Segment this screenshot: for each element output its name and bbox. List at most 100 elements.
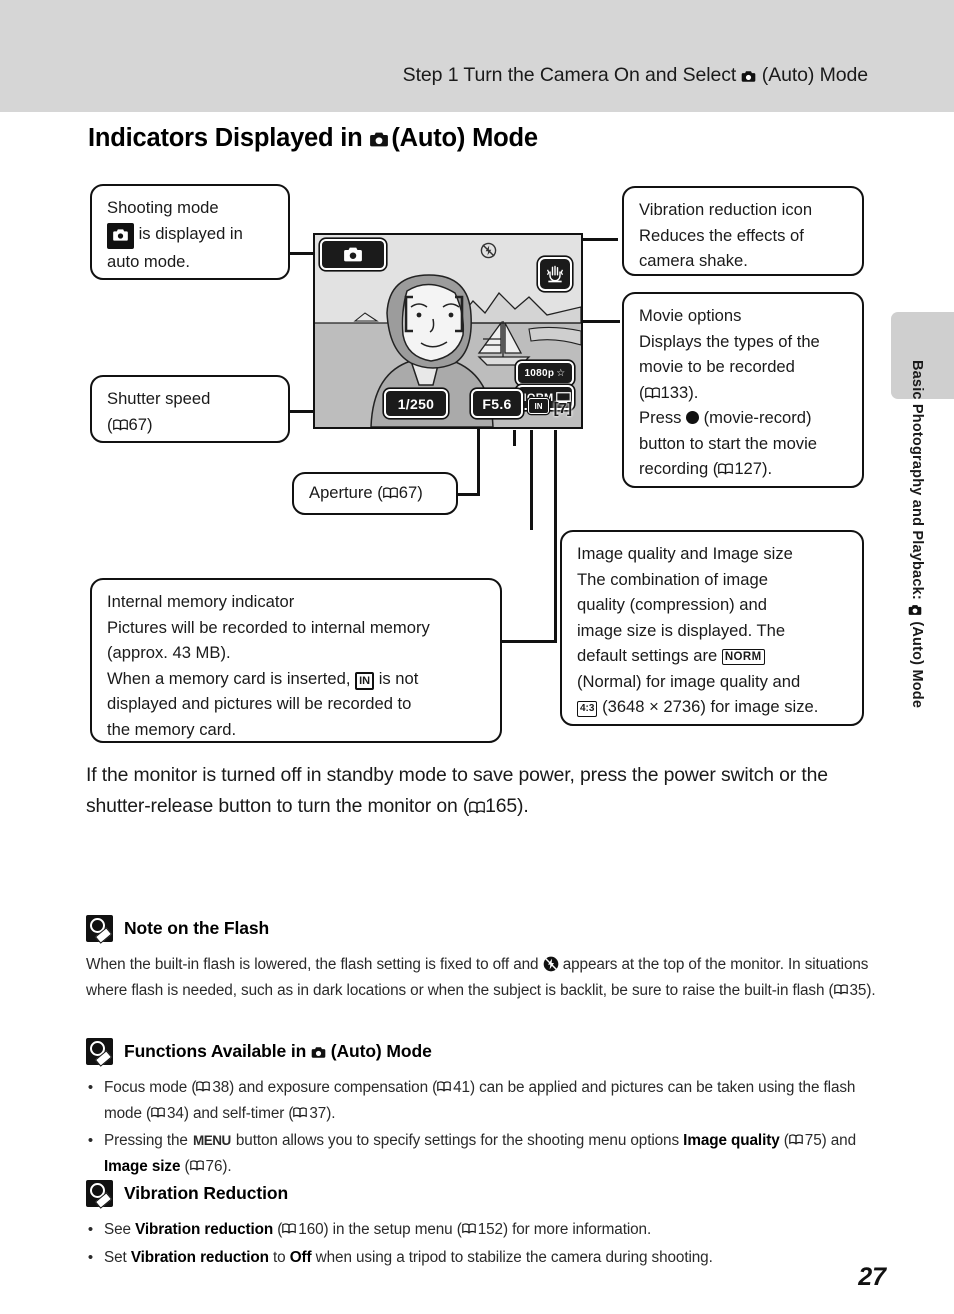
flash-off-icon: [480, 242, 497, 259]
book-ref-icon: [833, 983, 849, 996]
note-flash-heading: Note on the Flash: [86, 915, 876, 942]
list-item: • Set Vibration reduction to Off when usi…: [86, 1245, 876, 1271]
page-number: 27: [858, 1263, 886, 1291]
callout-movie-options: Movie options Displays the types of the …: [622, 292, 864, 488]
osd-movie-options-label: 1080p: [524, 367, 555, 379]
functions-title-lead: Functions Available in: [124, 1041, 311, 1061]
callout-shutter-speed-ref-num: 67: [128, 414, 147, 434]
pencil-note-icon: [86, 1038, 113, 1065]
camera-auto-icon: [741, 66, 756, 82]
leader-aperture-v: [477, 428, 480, 496]
callout-shooting-mode-line2: is displayed in: [107, 221, 275, 249]
callout-movie-ref-127: 127: [734, 459, 763, 478]
book-ref-icon: [282, 1223, 297, 1235]
book-ref-icon: [644, 386, 660, 399]
emphasis-text: Image quality: [683, 1132, 780, 1149]
standby-paragraph-pre: If the monitor is turned off in standby …: [86, 764, 828, 817]
callout-shutter-speed-ref: (67): [107, 414, 153, 434]
list-item-text: Pressing the MENU button allows you to s…: [104, 1132, 856, 1175]
running-header-text-tail: (Auto) Mode: [756, 64, 868, 86]
callout-shutter-speed-line1: Shutter speed: [107, 389, 211, 408]
movie-record-button-icon: [686, 411, 700, 424]
note-flash-body: When the built-in flash is lowered, the …: [86, 952, 876, 1003]
list-item: • See Vibration reduction (160) in the se…: [86, 1217, 876, 1243]
callout-vr-line2: Reduces the effects of: [639, 225, 804, 245]
callout-movie-line7-post: ).: [762, 459, 773, 478]
image-quality-normal-icon: NORM: [721, 649, 765, 665]
callout-internal-memory-line4-post: is not: [374, 668, 419, 688]
callout-iq-line5: default settings are NORM: [577, 643, 849, 669]
callout-aperture-text: Aperture (67): [309, 480, 443, 506]
leader-quality-v: [530, 430, 533, 530]
callout-iq-line4: image size is displayed. The: [577, 620, 786, 640]
camera-auto-icon: [908, 604, 923, 617]
list-item-text: Set Vibration reduction to Off when usin…: [104, 1248, 713, 1266]
vibration-reduction-icon: [546, 265, 564, 283]
vibration-title: Vibration Reduction: [124, 1183, 289, 1203]
chapter-label-tail: (Auto) Mode: [909, 617, 925, 709]
menu-button-icon: MENU: [192, 1133, 231, 1148]
book-ref-icon: [469, 801, 485, 814]
callout-iq-line1: Image quality and Image size: [577, 544, 793, 563]
functions-heading: Functions Available in (Auto) Mode: [86, 1038, 876, 1065]
book-ref-icon: [461, 1223, 477, 1235]
callout-internal-memory-line4-pre: When a memory card is inserted,: [107, 668, 356, 688]
leader-in-stub: [513, 430, 516, 446]
callout-internal-memory-line1: Internal memory indicator: [107, 592, 295, 611]
flash-off-icon: [543, 955, 559, 972]
standby-paragraph: If the monitor is turned off in standby …: [86, 760, 872, 822]
star-icon: ☆: [556, 367, 566, 379]
callout-movie-line1: Movie options: [639, 306, 742, 325]
leader-movie-h: [580, 320, 620, 323]
section-vibration-reduction: Vibration Reduction • See Vibration reduc…: [86, 1180, 876, 1272]
bullet-icon: •: [87, 1132, 94, 1149]
note-flash-ref: 35: [849, 981, 867, 999]
list-item: • Focus mode (38) and exposure compensati…: [86, 1075, 876, 1126]
note-flash-post: ).: [866, 981, 876, 999]
section-note-on-the-flash: Note on the Flash When the built-in flas…: [86, 915, 876, 1003]
book-ref-icon: [196, 1081, 211, 1093]
standby-paragraph-ref: 165: [485, 795, 518, 817]
callout-aperture-tail: ): [417, 483, 423, 502]
callout-internal-memory-line3: (approx. 43 MB).: [107, 643, 231, 662]
image-size-icon: 4:3: [577, 701, 598, 717]
emphasis-text: Off: [289, 1248, 312, 1266]
page-title-lead: Indicators Displayed in: [88, 124, 370, 152]
callout-vibration-reduction: Vibration reduction icon Reduces the eff…: [622, 186, 864, 276]
vibration-bullets: • See Vibration reduction (160) in the se…: [86, 1217, 876, 1270]
camera-monitor-preview: 1080p ☆ NORM 1/250 F5.6 IN [7]: [313, 233, 583, 429]
list-item-text: See Vibration reduction (160) in the set…: [104, 1221, 652, 1238]
section-functions-available: Functions Available in (Auto) Mode • Focu…: [86, 1038, 876, 1181]
internal-memory-icon: IN: [355, 671, 375, 690]
bullet-icon: •: [87, 1221, 94, 1238]
pencil-note-icon: [86, 915, 113, 942]
chapter-tab-label: Basic Photography and Playback: (Auto) M…: [891, 360, 925, 920]
list-item-text: Focus mode (38) and exposure compensatio…: [104, 1079, 856, 1122]
callout-aperture: Aperture (67): [292, 472, 458, 515]
osd-shutter-speed: 1/250: [384, 389, 448, 418]
book-ref-icon: [789, 1134, 804, 1146]
callout-movie-line5-pre: Press: [639, 408, 687, 427]
book-ref-icon: [437, 1081, 452, 1093]
leader-internal-h: [502, 640, 557, 643]
note-flash-title: Note on the Flash: [124, 918, 270, 938]
pencil-note-icon: [86, 1180, 113, 1207]
emphasis-text: Image size: [104, 1157, 181, 1175]
callout-shooting-mode-line3: auto mode.: [107, 252, 191, 271]
page-title: Indicators Displayed in (Auto) Mode: [88, 124, 538, 153]
book-ref-icon: [718, 463, 734, 475]
book-ref-icon: [151, 1106, 166, 1119]
osd-shooting-mode: [320, 239, 386, 270]
callout-internal-memory-line4: When a memory card is inserted, IN is no…: [107, 666, 487, 692]
callout-shooting-mode-line1: Shooting mode: [107, 198, 219, 217]
callout-movie-line6: button to start the movie: [639, 433, 818, 453]
running-header-bar: [0, 0, 954, 112]
bullet-icon: •: [87, 1248, 94, 1266]
callout-shooting-mode-line2-text: is displayed in: [134, 223, 243, 243]
functions-bullets: • Focus mode (38) and exposure compensati…: [86, 1075, 876, 1179]
callout-iq-line2: The combination of image: [577, 569, 768, 589]
callout-internal-memory: Internal memory indicator Pictures will …: [90, 578, 502, 743]
page-title-tail: (Auto) Mode: [384, 124, 538, 152]
emphasis-text: Vibration reduction: [135, 1221, 274, 1238]
functions-title-tail: (Auto) Mode: [326, 1041, 432, 1061]
